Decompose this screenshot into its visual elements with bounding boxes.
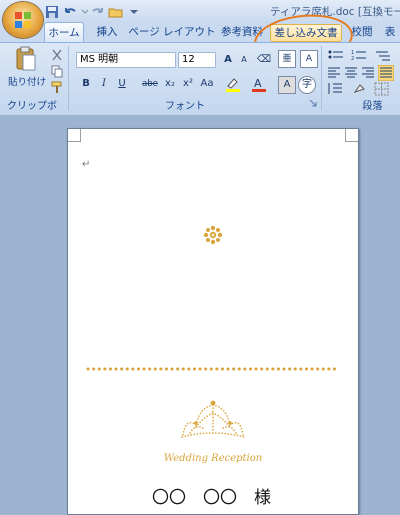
line-spacing-icon[interactable] (327, 82, 343, 96)
strikethrough-button[interactable]: abe (140, 76, 160, 92)
open-folder-icon[interactable] (108, 4, 124, 20)
wedding-caption: Wedding Reception (163, 453, 263, 464)
multilevel-list-icon[interactable] (374, 48, 392, 64)
clear-format-icon[interactable]: ⌫ (256, 52, 272, 68)
group-divider (321, 46, 322, 110)
tab-insert[interactable]: 挿入 (90, 22, 124, 42)
character-shading-icon[interactable]: A (278, 76, 296, 94)
document-page[interactable]: ↵ Wedding Reception 〇〇 〇〇 様 (67, 128, 359, 515)
guest-name: 〇〇 〇〇 様 (152, 488, 271, 508)
italic-button[interactable]: I (96, 76, 112, 92)
grow-font-icon[interactable]: A (220, 52, 236, 68)
underline-button[interactable]: U (114, 76, 130, 92)
superscript-button[interactable]: x² (180, 76, 196, 92)
save-icon[interactable] (44, 4, 60, 20)
numbering-icon[interactable]: 12 (350, 48, 368, 64)
dotted-divider (86, 367, 342, 371)
align-left-icon[interactable] (327, 66, 341, 80)
character-border-icon[interactable]: A (300, 50, 318, 68)
customize-icon[interactable] (126, 4, 142, 20)
group-divider (68, 46, 69, 110)
highlight-color-icon[interactable] (224, 76, 242, 92)
font-name-select[interactable]: MS 明朝 (76, 52, 176, 68)
paragraph-mark: ↵ (82, 159, 91, 170)
dialog-launcher-icon[interactable] (309, 99, 317, 107)
font-color-icon[interactable]: A (250, 76, 268, 92)
paste-icon[interactable] (14, 46, 38, 72)
tab-home[interactable]: ホーム (44, 22, 84, 43)
svg-text:2: 2 (351, 56, 354, 62)
flower-ornament-icon (203, 225, 223, 245)
format-painter-icon[interactable] (50, 80, 64, 94)
paragraph-group-label: 段落 (362, 101, 383, 112)
font-size-select[interactable]: 12 (178, 52, 216, 68)
subscript-button[interactable]: x₂ (162, 76, 178, 92)
tab-view[interactable]: 表 (380, 22, 400, 42)
undo-icon[interactable] (62, 4, 78, 20)
svg-text:A: A (254, 77, 262, 90)
align-right-icon[interactable] (361, 66, 375, 80)
borders-icon[interactable] (374, 82, 390, 96)
align-center-icon[interactable] (344, 66, 358, 80)
office-logo-icon (15, 12, 31, 28)
font-group-label: フォント (165, 101, 205, 112)
tiara-icon (181, 400, 245, 438)
tab-page-layout[interactable]: ページ レイアウト (128, 22, 216, 42)
phonetic-guide-icon[interactable]: 亜 (278, 50, 296, 68)
redo-icon[interactable] (90, 4, 106, 20)
shading-icon[interactable] (352, 82, 368, 96)
margin-corner-mark (345, 129, 358, 142)
change-case-button[interactable]: Aa (198, 76, 216, 92)
shrink-font-icon[interactable]: A (236, 52, 252, 68)
margin-corner-mark (68, 129, 81, 142)
justify-icon[interactable] (378, 65, 394, 81)
bold-button[interactable]: B (78, 76, 94, 92)
office-button[interactable] (3, 2, 43, 38)
paste-button-label[interactable]: 貼り付け (6, 74, 48, 88)
enclose-characters-icon[interactable]: 字 (298, 76, 316, 94)
bullets-icon[interactable] (327, 48, 345, 64)
copy-icon[interactable] (50, 64, 64, 78)
cut-icon[interactable] (50, 48, 64, 62)
